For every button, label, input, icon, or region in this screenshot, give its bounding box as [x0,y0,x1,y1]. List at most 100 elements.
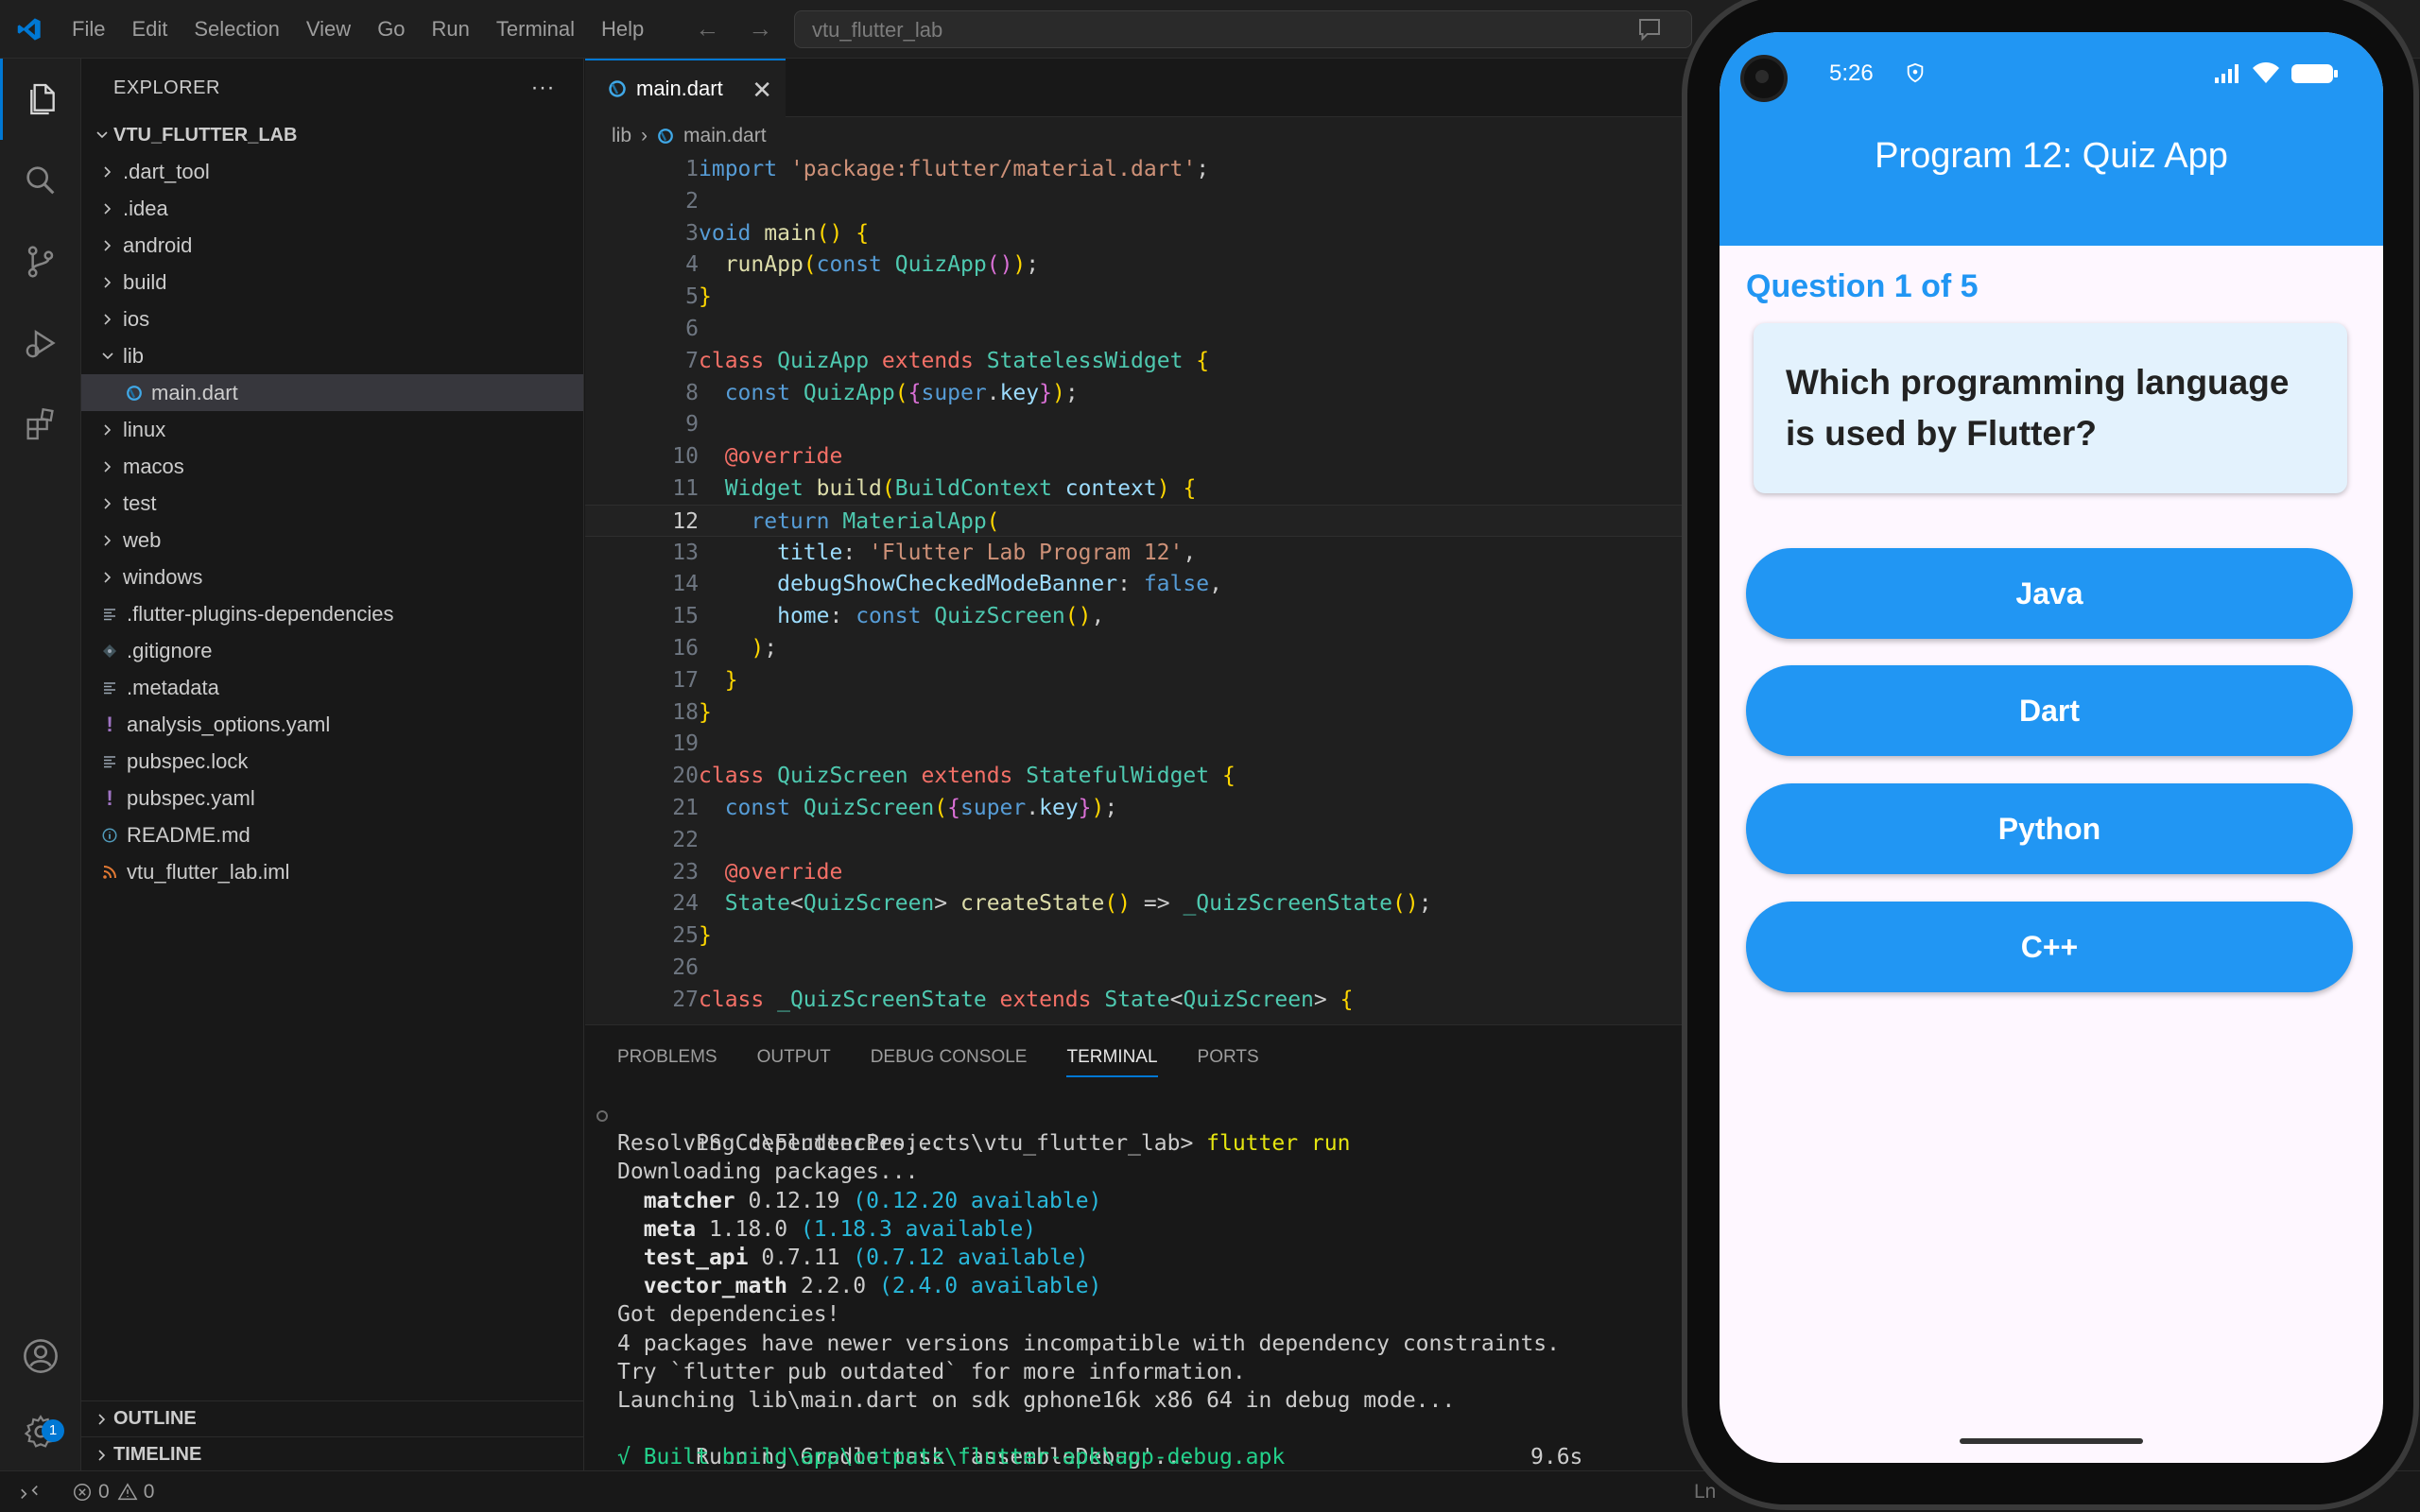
folder-item[interactable]: linux [81,411,583,448]
code-line[interactable]: 9 [585,408,1682,440]
line-number: 23 [672,859,699,885]
code-line[interactable]: 2 [585,185,1682,217]
menu-go[interactable]: Go [364,17,418,42]
option-button-dart[interactable]: Dart [1746,665,2353,756]
tab-problems[interactable]: PROBLEMS [617,1047,717,1068]
package-version: 1.18.0 [708,1216,788,1242]
menu-edit[interactable]: Edit [118,17,181,42]
close-icon[interactable]: ✕ [752,76,772,105]
code-line[interactable]: 17 } [585,664,1682,696]
project-root[interactable]: VTU_FLUTTER_LAB [81,117,583,153]
tab-terminal[interactable]: TERMINAL [1066,1038,1158,1077]
line-code: debugShowCheckedModeBanner: false, [777,572,1222,597]
file-item[interactable]: ! analysis_options.yaml [81,706,583,743]
back-arrow-icon[interactable]: ← [695,14,719,43]
package-name: vector_math [643,1274,788,1299]
option-button-java[interactable]: Java [1746,548,2353,639]
folder-item[interactable]: ios [81,301,583,337]
run-debug-icon[interactable] [0,302,81,384]
folder-item[interactable]: test [81,485,583,522]
outline-section[interactable]: OUTLINE [81,1400,584,1436]
menu-terminal[interactable]: Terminal [483,17,588,42]
code-line[interactable]: 26 [585,952,1682,984]
code-line[interactable]: 12 return MaterialApp( [585,504,1682,537]
file-item[interactable]: pubspec.lock [81,743,583,780]
code-line[interactable]: 11 Widget build(BuildContext context) { [585,472,1682,505]
folder-item[interactable]: .dart_tool [81,153,583,190]
gesture-home-bar[interactable] [1960,1438,2143,1444]
code-line[interactable]: 20 class QuizScreen extends StatefulWidge… [585,760,1682,792]
file-item[interactable]: main.dart [81,374,583,411]
code-line[interactable]: 16 ); [585,632,1682,664]
breadcrumb-lib[interactable]: lib [612,125,631,147]
code-editor[interactable]: 1 import 'package:flutter/material.dart';… [585,153,1682,1024]
code-line[interactable]: 23 @override [585,856,1682,888]
code-line[interactable]: 8 const QuizApp({super.key}); [585,377,1682,409]
code-line[interactable]: 27 class _QuizScreenState extends State<Q… [585,984,1682,1016]
account-icon[interactable] [0,1315,81,1397]
menu-run[interactable]: Run [419,17,483,42]
error-icon[interactable] [72,1482,93,1503]
tab-output[interactable]: OUTPUT [757,1047,831,1068]
package-name: meta [643,1216,697,1242]
timeline-section[interactable]: TIMELINE [81,1436,584,1472]
explorer-files-icon[interactable] [0,59,81,140]
menu-selection[interactable]: Selection [181,17,293,42]
code-line[interactable]: 18} [585,696,1682,729]
option-button-python[interactable]: Python [1746,783,2353,874]
extensions-icon[interactable] [0,384,81,465]
folder-item[interactable]: windows [81,558,583,595]
folder-item[interactable]: android [81,227,583,264]
search-icon[interactable] [0,140,81,221]
tree-item-label: .gitignore [127,638,213,662]
command-center-search[interactable]: vtu_flutter_lab [794,10,1692,48]
file-item[interactable]: README.md [81,816,583,853]
code-line[interactable]: 21 const QuizScreen({super.key}); [585,792,1682,824]
menu-help[interactable]: Help [588,17,657,42]
code-line[interactable]: 1 import 'package:flutter/material.dart'; [585,153,1682,185]
remote-icon[interactable] [0,1482,59,1503]
terminal-output[interactable]: PS C:\FlutterProjects\vtu_flutter_lab> f… [585,1101,1682,1471]
file-item[interactable]: ! pubspec.yaml [81,780,583,816]
file-item[interactable]: .metadata [81,669,583,706]
code-line[interactable]: 19 [585,728,1682,760]
file-item[interactable]: vtu_flutter_lab.iml [81,853,583,890]
code-line[interactable]: 13 title: 'Flutter Lab Program 12', [585,537,1682,569]
tab-ports[interactable]: PORTS [1198,1047,1259,1068]
tab-debug-console[interactable]: DEBUG CONSOLE [871,1047,1028,1068]
tab-main-dart[interactable]: main.dart ✕ [585,59,786,117]
menu-file[interactable]: File [59,17,118,42]
code-line[interactable]: 7 class QuizApp extends StatelessWidget { [585,345,1682,377]
line-number: 27 [672,987,699,1012]
explorer-title: EXPLORER [113,77,220,98]
line-code: class QuizScreen extends StatefulWidget … [699,764,1236,789]
settings-gear-icon[interactable]: 1 [0,1391,81,1472]
code-line[interactable]: 25} [585,919,1682,952]
code-line[interactable]: 3 void main() { [585,217,1682,249]
code-line[interactable]: 4 runApp(const QuizApp()); [585,249,1682,281]
file-item[interactable]: .flutter-plugins-dependencies [81,595,583,632]
chevron-right-icon: › [641,125,648,146]
code-line[interactable]: 5} [585,281,1682,313]
code-line[interactable]: 14 debugShowCheckedModeBanner: false, [585,568,1682,600]
chat-icon[interactable] [1635,15,1664,48]
code-line[interactable]: 6 [585,313,1682,345]
breadcrumb-file[interactable]: main.dart [683,125,767,147]
folder-item[interactable]: macos [81,448,583,485]
code-line[interactable]: 10 @override [585,440,1682,472]
forward-arrow-icon[interactable]: → [748,14,772,43]
warning-icon[interactable] [117,1482,138,1503]
source-control-icon[interactable] [0,221,81,302]
folder-item[interactable]: lib [81,337,583,374]
file-item[interactable]: .gitignore [81,632,583,669]
option-button-cpp[interactable]: C++ [1746,902,2353,992]
code-line[interactable]: 22 [585,824,1682,856]
code-line[interactable]: 15 home: const QuizScreen(), [585,600,1682,632]
folder-item[interactable]: .idea [81,190,583,227]
code-line[interactable]: 24 State<QuizScreen> createState() => _Q… [585,887,1682,919]
folder-item[interactable]: build [81,264,583,301]
line-number: 5 [685,284,699,310]
menu-view[interactable]: View [293,17,364,42]
folder-item[interactable]: web [81,522,583,558]
more-actions-icon[interactable]: ··· [531,75,555,101]
